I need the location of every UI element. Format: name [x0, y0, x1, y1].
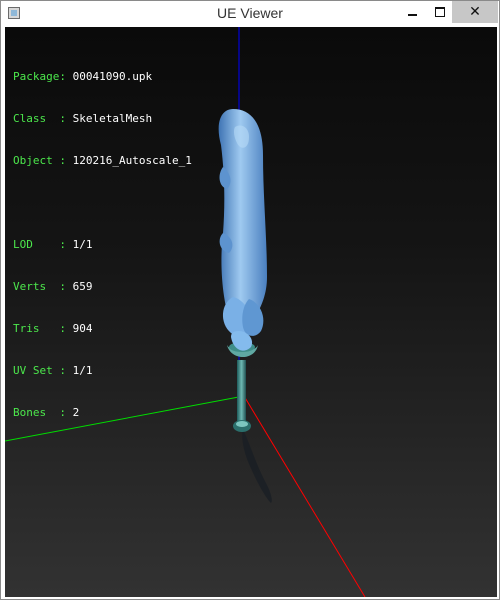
info-uvset: UV Set : 1/1: [13, 364, 93, 377]
close-icon: ✕: [469, 4, 481, 20]
mesh-shadow: [242, 429, 272, 503]
info-class: Class : SkeletalMesh: [13, 112, 153, 125]
info-lod: LOD : 1/1: [13, 238, 93, 251]
minimize-icon: [407, 14, 417, 16]
sword-blade: [218, 109, 267, 351]
info-tris: Tris : 904: [13, 322, 93, 335]
close-button[interactable]: ✕: [452, 1, 498, 23]
sword-hilt: [227, 342, 258, 432]
maximize-icon: [435, 7, 445, 17]
maximize-button[interactable]: [425, 1, 455, 23]
mesh-info-panel: Package: 00041090.upk Class : SkeletalMe…: [13, 42, 192, 448]
title-bar[interactable]: UE Viewer ✕: [1, 1, 499, 27]
info-verts: Verts : 659: [13, 280, 93, 293]
info-bones: Bones : 2: [13, 406, 80, 419]
3d-viewport[interactable]: Package: 00041090.upk Class : SkeletalMe…: [5, 27, 497, 597]
info-package: Package: 00041090.upk: [13, 70, 153, 83]
info-object: Object : 120216_Autoscale_1: [13, 154, 192, 167]
x-axis-line: [243, 395, 366, 597]
app-window: UE Viewer ✕ Package: 00041090.upk Class …: [0, 0, 500, 600]
minimize-button[interactable]: [397, 1, 427, 23]
